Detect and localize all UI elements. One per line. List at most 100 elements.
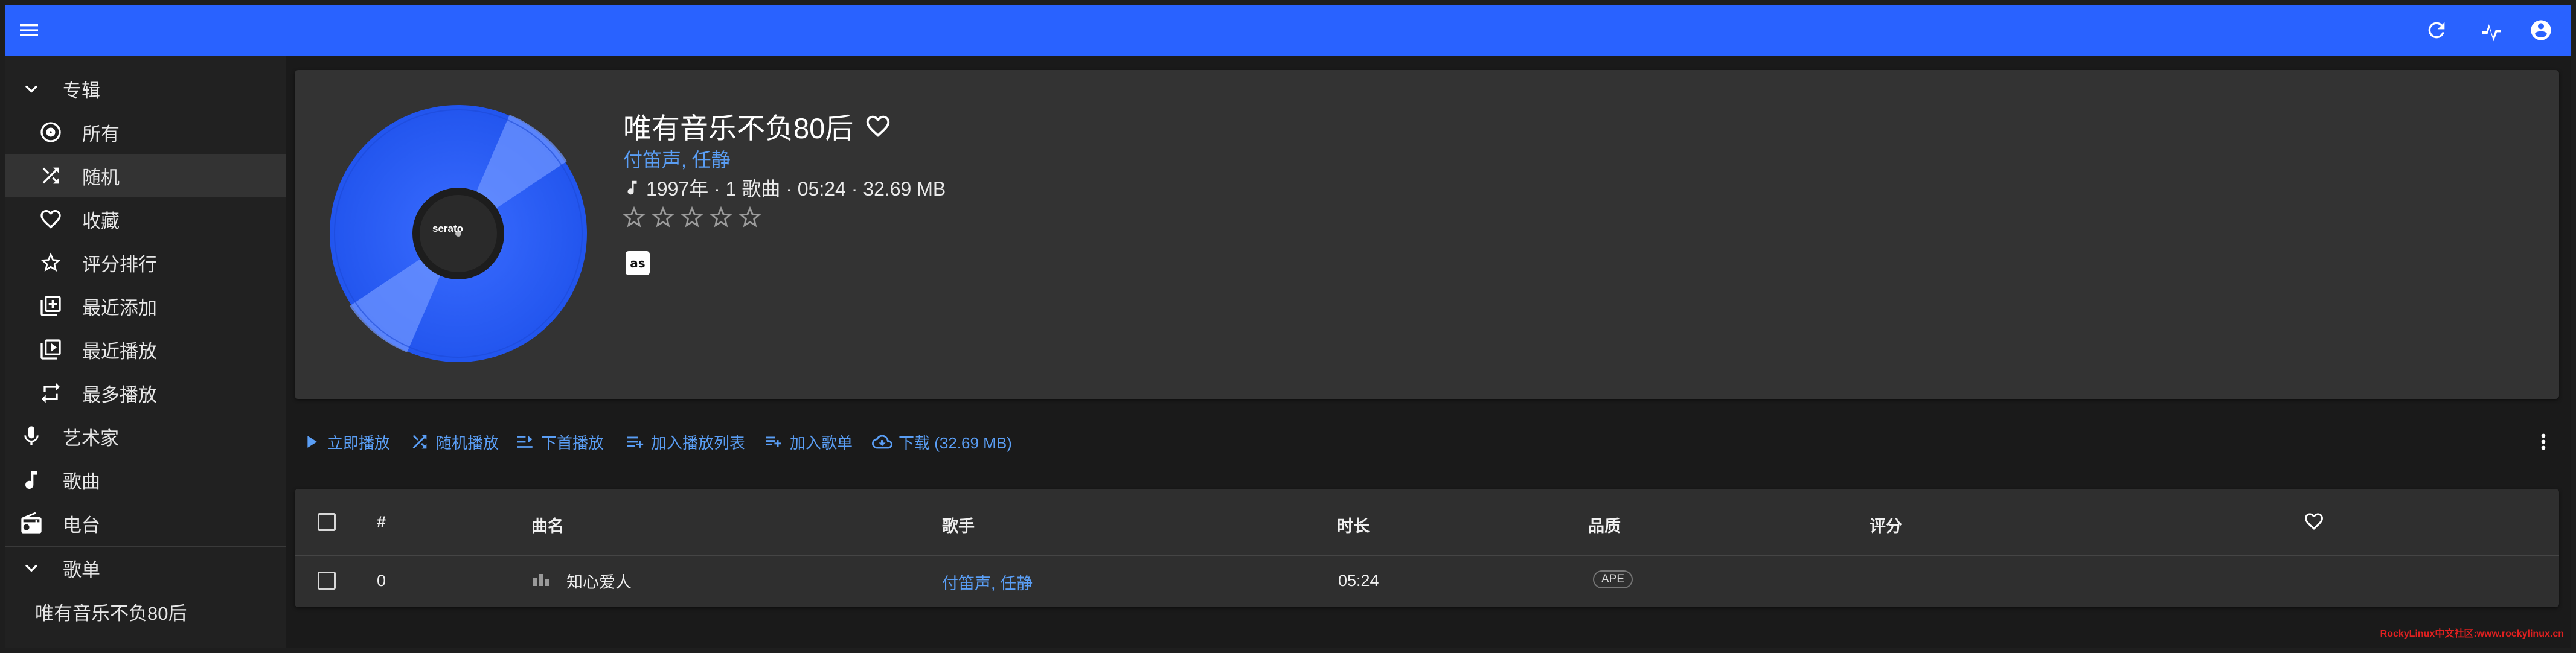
- sidebar: 专辑 所有 随机 收藏 评分排行 最近添加 最近播放 最多播放 艺术家 歌曲 电…: [5, 56, 286, 648]
- sidebar-item-all[interactable]: 所有: [5, 111, 286, 153]
- heart-icon: [37, 206, 64, 232]
- sidebar-section-albums[interactable]: 专辑: [5, 68, 286, 110]
- watermark: RockyLinux中文社区:www.rockylinux.cn: [2380, 629, 2564, 639]
- activity-icon[interactable]: [2475, 13, 2508, 47]
- lastfm-icon[interactable]: as: [626, 251, 650, 275]
- rating-star-3-icon[interactable]: [679, 204, 705, 231]
- cover-label: serato: [432, 223, 463, 234]
- add-to-queue-button-label: 加入播放列表: [651, 433, 746, 452]
- play-button[interactable]: 立即播放: [301, 424, 390, 460]
- shuffle-icon: [37, 162, 64, 189]
- rating-stars: [621, 204, 766, 231]
- row-checkbox[interactable]: [318, 572, 336, 590]
- shuffle-icon: [412, 435, 427, 449]
- album-header-card: serato 唯有音乐不负80后 付笛声, 任静 1997年 · 1 歌曲 · …: [295, 70, 2559, 399]
- sidebar-item-recently-played[interactable]: 最近播放: [5, 328, 286, 371]
- sidebar-item-favorites[interactable]: 收藏: [5, 198, 286, 240]
- sidebar-item-label: 歌曲: [63, 471, 100, 492]
- add-to-playlist-button[interactable]: 加入歌单: [763, 424, 853, 460]
- repeat-icon: [37, 380, 64, 406]
- music-note-icon: [18, 467, 45, 493]
- sidebar-item-label: 最近播放: [82, 340, 157, 362]
- microphone-icon: [18, 423, 45, 450]
- album-icon: [37, 119, 64, 145]
- album-title-row: 唯有音乐不负80后: [623, 105, 892, 147]
- row-duration: 05:24: [1338, 572, 1379, 590]
- column-header-title[interactable]: 曲名: [531, 513, 564, 537]
- play-button-label: 立即播放: [327, 433, 391, 452]
- sidebar-item-most-played[interactable]: 最多播放: [5, 372, 286, 414]
- album-title: 唯有音乐不负80后: [623, 112, 854, 144]
- sidebar-item-artists[interactable]: 艺术家: [5, 415, 286, 457]
- chevron-down-icon: [18, 75, 45, 102]
- album-actions-toolbar: 立即播放 随机播放 下首播放 加入播放列表 加入歌单 下载 (32.69 MB): [295, 424, 2565, 460]
- row-number: 0: [377, 572, 386, 590]
- favorite-heart-icon[interactable]: [864, 112, 892, 140]
- row-artist-link[interactable]: 付笛声, 任静: [942, 570, 1033, 594]
- sidebar-item-radio[interactable]: 电台: [5, 502, 286, 544]
- column-header-quality[interactable]: 品质: [1588, 513, 1621, 537]
- app-window: 专辑 所有 随机 收藏 评分排行 最近添加 最近播放 最多播放 艺术家 歌曲 电…: [5, 5, 2571, 648]
- queue-add-icon: [627, 436, 644, 448]
- column-header-rating[interactable]: 评分: [1870, 513, 1902, 537]
- sidebar-playlist-item[interactable]: 唯有音乐不负80后: [5, 590, 286, 632]
- column-header-number[interactable]: #: [377, 513, 386, 532]
- play-next-button[interactable]: 下首播放: [514, 424, 604, 460]
- sidebar-item-label: 评分排行: [82, 253, 157, 275]
- sidebar-item-top-rated[interactable]: 评分排行: [5, 241, 286, 284]
- column-header-duration[interactable]: 时长: [1337, 513, 1370, 537]
- sidebar-item-label: 电台: [63, 514, 100, 536]
- rating-star-1-icon[interactable]: [621, 204, 647, 231]
- download-button[interactable]: 下载 (32.69 MB): [872, 424, 1012, 460]
- more-vert-icon[interactable]: [2531, 430, 2555, 454]
- quality-badge: APE: [1593, 570, 1633, 588]
- sidebar-item-label: 最多播放: [82, 384, 157, 406]
- sidebar-section-label: 歌单: [63, 559, 100, 581]
- playlist-label: 唯有音乐不负80后: [35, 602, 187, 624]
- add-to-queue-button[interactable]: 加入播放列表: [624, 424, 745, 460]
- rating-star-5-icon[interactable]: [737, 204, 763, 231]
- sidebar-item-random[interactable]: 随机: [5, 154, 286, 197]
- sidebar-item-label: 最近添加: [82, 297, 157, 319]
- album-info: 1997年 · 1 歌曲 · 05:24 · 32.69 MB: [646, 178, 946, 200]
- shuffle-play-button[interactable]: 随机播放: [409, 424, 499, 460]
- play-icon: [307, 436, 317, 448]
- sidebar-item-label: 所有: [82, 123, 120, 145]
- sidebar-item-label: 艺术家: [63, 427, 119, 449]
- sidebar-item-recently-added[interactable]: 最近添加: [5, 285, 286, 327]
- star-icon: [37, 249, 64, 276]
- chevron-down-icon: [18, 555, 45, 581]
- album-info-row: 1997年 · 1 歌曲 · 05:24 · 32.69 MB: [623, 174, 946, 202]
- album-cover: serato: [330, 105, 587, 362]
- sidebar-section-label: 专辑: [63, 80, 100, 101]
- sidebar-section-playlists[interactable]: 歌单: [5, 547, 286, 589]
- rating-star-2-icon[interactable]: [650, 204, 676, 231]
- column-header-artist[interactable]: 歌手: [942, 513, 975, 537]
- refresh-icon[interactable]: [2420, 13, 2453, 47]
- video-library-icon: [37, 336, 64, 363]
- sidebar-item-label: 收藏: [82, 210, 120, 232]
- main-content: serato 唯有音乐不负80后 付笛声, 任静 1997年 · 1 歌曲 · …: [291, 56, 2571, 648]
- play-next-button-label: 下首播放: [541, 433, 604, 452]
- column-header-heart-icon[interactable]: [2303, 511, 2325, 532]
- equalizer-icon: [533, 574, 549, 586]
- table-header: # 曲名 歌手 时长 品质 评分: [295, 489, 2559, 556]
- music-note-icon: [627, 180, 637, 195]
- app-bar: [5, 5, 2571, 56]
- album-artist-link[interactable]: 付笛声, 任静: [623, 145, 731, 173]
- radio-icon: [18, 510, 45, 537]
- playlist-play-icon: [517, 436, 533, 448]
- rating-star-4-icon[interactable]: [708, 204, 734, 231]
- table-row[interactable]: 0 知心爱人 付笛声, 任静 05:24 APE: [295, 556, 2559, 607]
- library-add-icon: [37, 293, 64, 319]
- row-title: 知心爱人: [566, 573, 632, 591]
- add-to-playlist-button-label: 加入歌单: [790, 433, 853, 452]
- account-icon[interactable]: [2524, 13, 2558, 47]
- shuffle-play-button-label: 随机播放: [436, 433, 499, 452]
- menu-icon[interactable]: [12, 13, 46, 47]
- download-button-label: 下载 (32.69 MB): [899, 433, 1012, 452]
- song-table: # 曲名 歌手 时长 品质 评分 0 知心爱人 付笛声, 任静 05:24 AP…: [295, 489, 2559, 607]
- sidebar-item-songs[interactable]: 歌曲: [5, 459, 286, 501]
- select-all-checkbox[interactable]: [318, 513, 336, 531]
- playlist-add-icon: [766, 436, 781, 447]
